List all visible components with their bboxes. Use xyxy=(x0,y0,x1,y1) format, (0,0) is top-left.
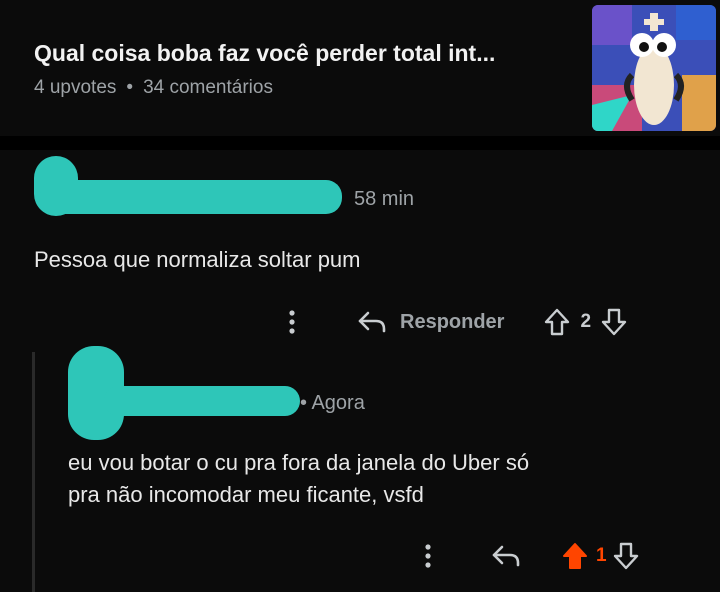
upvote-icon[interactable] xyxy=(544,307,570,337)
more-options-icon[interactable] xyxy=(416,541,440,571)
vote-count: 1 xyxy=(596,545,607,566)
reply-button[interactable]: Responder xyxy=(400,311,504,334)
comment-actions: Responder 2 xyxy=(280,304,627,340)
upvote-active-icon[interactable] xyxy=(562,541,588,571)
more-options-icon[interactable] xyxy=(280,307,304,337)
comment-reply: • Agora eu vou botar o cu pra fora da ja… xyxy=(0,340,720,592)
meta-separator: • xyxy=(126,77,134,98)
upvote-count: 4 upvotes xyxy=(34,77,117,98)
header-divider xyxy=(0,136,720,150)
comment-top-level: 58 min Pessoa que normaliza soltar pum R… xyxy=(0,150,720,350)
comment-actions: 1 xyxy=(416,538,639,574)
post-thumbnail[interactable] xyxy=(592,5,716,131)
redacted-username xyxy=(40,180,342,214)
post-meta: 4 upvotes • 34 comentários xyxy=(34,77,273,99)
reply-icon[interactable] xyxy=(356,307,388,337)
downvote-icon[interactable] xyxy=(601,307,627,337)
redacted-username xyxy=(104,386,300,416)
game-thumbnail-icon xyxy=(592,5,716,131)
reply-icon[interactable] xyxy=(490,541,522,571)
comment-body-line-2: pra não incomodar meu ficante, vsfd xyxy=(68,482,424,507)
post-header: Qual coisa boba faz você perder total in… xyxy=(0,0,720,136)
comment-timestamp: 58 min xyxy=(354,188,415,210)
comment-timestamp: • Agora xyxy=(300,392,365,414)
comment-body: Pessoa que normaliza soltar pum xyxy=(34,247,361,272)
downvote-icon[interactable] xyxy=(613,541,639,571)
post-title[interactable]: Qual coisa boba faz você perder total in… xyxy=(34,40,495,67)
comment-count: 34 comentários xyxy=(143,77,273,98)
vote-count: 2 xyxy=(580,311,592,332)
comment-body-line-1: eu vou botar o cu pra fora da janela do … xyxy=(68,450,530,475)
